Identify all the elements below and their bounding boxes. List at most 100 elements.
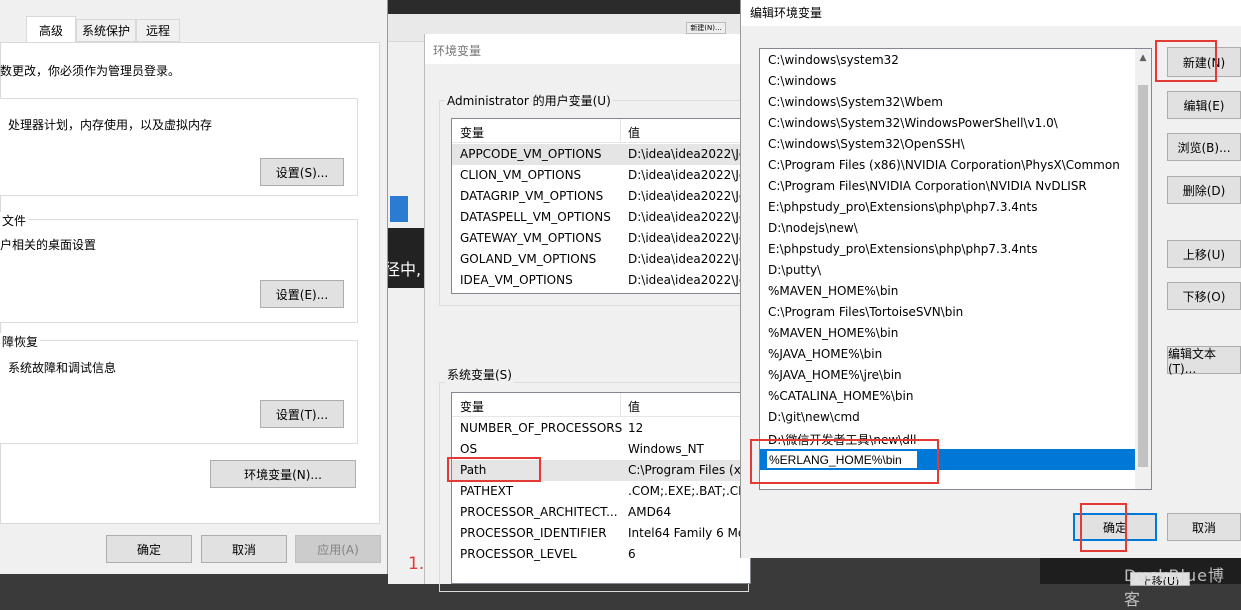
list-item[interactable]: GOLAND_VM_OPTIONS D:\idea\idea2022\Je xyxy=(452,249,750,270)
var-value: D:\idea\idea2022\Je xyxy=(628,210,747,224)
var-name: PROCESSOR_IDENTIFIER xyxy=(460,526,607,540)
edit-text-button[interactable]: 编辑文本(T)... xyxy=(1167,346,1241,376)
list-item[interactable]: C:\windows\system32 xyxy=(760,50,1136,71)
startup-recovery-title-text: 障恢复 xyxy=(2,335,39,349)
list-item[interactable]: C:\windows\System32\Wbem xyxy=(760,92,1136,113)
list-item[interactable]: IDEA_VM_OPTIONS D:\idea\idea2022\Je xyxy=(452,270,750,291)
tab-advanced[interactable]: 高级 xyxy=(26,16,76,43)
sysprops-ok-button[interactable]: 确定 xyxy=(106,535,192,563)
path-list-scrollbar[interactable]: ▲ xyxy=(1135,49,1151,489)
background-taskbar-strip xyxy=(380,0,740,14)
list-item[interactable]: DATASPELL_VM_OPTIONS D:\idea\idea2022\Je xyxy=(452,207,750,228)
user-vars-header: 变量 值 xyxy=(452,119,750,143)
list-item[interactable]: D:\nodejs\new\ xyxy=(760,218,1136,239)
sysprops-apply-button[interactable]: 应用(A) xyxy=(295,535,381,563)
list-item[interactable]: %CATALINA_HOME%\bin xyxy=(760,386,1136,407)
var-value: 12 xyxy=(628,421,644,435)
startup-recovery-settings-button[interactable]: 设置(T)... xyxy=(260,400,344,428)
list-item[interactable]: %JAVA_HOME%\bin xyxy=(760,344,1136,365)
list-item[interactable]: PROCESSOR_ARCHITECT... AMD64 xyxy=(452,502,750,523)
watermark-text: DuckBlue博客 xyxy=(1124,566,1225,609)
edit-button[interactable]: 编辑(E) xyxy=(1167,91,1241,119)
var-value: D:\idea\idea2022\Je xyxy=(628,252,747,266)
startup-recovery-desc-text: 系统故障和调试信息 xyxy=(8,361,117,375)
move-down-button[interactable]: 下移(O) xyxy=(1167,282,1241,310)
user-profile-desc-text: 户相关的桌面设置 xyxy=(0,238,97,252)
new-button-highlight-box xyxy=(1155,40,1217,82)
list-item[interactable]: C:\Program Files\NVIDIA Corporation\NVID… xyxy=(760,176,1136,197)
environment-variables-label: 环境变量(N)... xyxy=(244,467,322,482)
admin-note: 数更改，你必须作为管理员登录。 xyxy=(0,62,180,79)
edit-window-title: 编辑环境变量 xyxy=(750,6,823,20)
var-name: PROCESSOR_ARCHITECT... xyxy=(460,505,618,519)
var-value: D:\idea\idea2022\Je xyxy=(628,273,747,287)
list-item[interactable]: C:\windows\System32\WindowsPowerShell\v1… xyxy=(760,113,1136,134)
startup-recovery-group xyxy=(0,340,358,444)
list-item[interactable]: C:\windows xyxy=(760,71,1136,92)
ok-button-highlight-box xyxy=(1080,503,1127,552)
path-text: D:\nodejs\new\ xyxy=(768,221,858,235)
move-up-button[interactable]: 上移(U) xyxy=(1167,240,1241,268)
list-item[interactable]: %MAVEN_HOME%\bin xyxy=(760,323,1136,344)
background-blue-thumb xyxy=(390,196,408,222)
path-text: C:\windows\System32\OpenSSH\ xyxy=(768,137,965,151)
background-small-button-label: 新建(N)... xyxy=(690,24,722,32)
var-name: PROCESSOR_LEVEL xyxy=(460,547,577,561)
tab-system-protection[interactable]: 系统保护 xyxy=(76,19,136,42)
delete-button-label: 删除(D) xyxy=(1182,183,1226,198)
performance-settings-button[interactable]: 设置(S)... xyxy=(260,158,344,186)
background-marker: 1. xyxy=(408,554,424,574)
sys-vars-header: 变量 值 xyxy=(452,393,750,417)
path-text: C:\windows xyxy=(768,74,837,88)
edit-cancel-label: 取消 xyxy=(1191,520,1216,535)
list-item[interactable]: PROCESSOR_LEVEL 6 xyxy=(452,544,750,565)
browse-button[interactable]: 浏览(B)... xyxy=(1167,133,1241,161)
user-profile-settings-button[interactable]: 设置(E)... xyxy=(260,280,344,308)
list-item[interactable]: NUMBER_OF_PROCESSORS 12 xyxy=(452,418,750,439)
performance-desc: 处理器计划，内存使用，以及虚拟内存 xyxy=(8,116,212,133)
list-item[interactable]: %JAVA_HOME%\jre\bin xyxy=(760,365,1136,386)
list-item[interactable]: C:\Program Files (x86)\NVIDIA Corporatio… xyxy=(760,155,1136,176)
user-vars-col-val: 值 xyxy=(628,126,641,140)
scrollbar-thumb[interactable] xyxy=(1138,85,1148,467)
startup-recovery-title: 障恢复 xyxy=(0,333,41,350)
tab-advanced-label: 高级 xyxy=(38,23,63,38)
list-item[interactable]: GATEWAY_VM_OPTIONS D:\idea\idea2022\Je xyxy=(452,228,750,249)
var-value: Windows_NT xyxy=(628,442,704,456)
list-item[interactable]: CLION_VM_OPTIONS D:\idea\idea2022\Je xyxy=(452,165,750,186)
path-highlight-box xyxy=(447,457,541,482)
list-item[interactable]: E:\phpstudy_pro\Extensions\php\php7.3.4n… xyxy=(760,239,1136,260)
edit-window-titlebar: 编辑环境变量 xyxy=(741,0,1241,26)
environment-variables-window: 环境变量 Administrator 的用户变量(U) 变量 值 APPCODE… xyxy=(424,34,751,592)
scroll-up-arrow-icon[interactable]: ▲ xyxy=(1135,49,1151,66)
tab-remote[interactable]: 远程 xyxy=(136,19,180,42)
path-text: %JAVA_HOME%\bin xyxy=(768,347,883,361)
move-up-button-label: 上移(U) xyxy=(1182,247,1226,262)
path-text: C:\windows\System32\WindowsPowerShell\v1… xyxy=(768,116,1058,130)
list-item[interactable]: C:\windows\System32\OpenSSH\ xyxy=(760,134,1136,155)
environment-variables-button[interactable]: 环境变量(N)... xyxy=(210,460,356,488)
list-item[interactable]: DATAGRIP_VM_OPTIONS D:\idea\idea2022\Je xyxy=(452,186,750,207)
list-item[interactable]: APPCODE_VM_OPTIONS D:\idea\idea2022\Je xyxy=(452,144,750,165)
user-vars-title: Administrator 的用户变量(U) xyxy=(445,92,613,109)
list-item[interactable]: C:\Program Files\TortoiseSVN\bin xyxy=(760,302,1136,323)
tab-system-protection-label: 系统保护 xyxy=(81,24,130,38)
edit-text-button-label: 编辑文本(T)... xyxy=(1168,346,1217,376)
sys-vars-col-var: 变量 xyxy=(460,400,485,414)
list-item[interactable]: PROCESSOR_IDENTIFIER Intel64 Family 6 Mo xyxy=(452,523,750,544)
list-item[interactable]: %MAVEN_HOME%\bin xyxy=(760,281,1136,302)
user-vars-col-var: 变量 xyxy=(460,126,485,140)
sysprops-cancel-label: 取消 xyxy=(231,542,256,557)
list-item[interactable]: E:\phpstudy_pro\Extensions\php\php7.3.4n… xyxy=(760,197,1136,218)
path-text: E:\phpstudy_pro\Extensions\php\php7.3.4n… xyxy=(768,242,1038,256)
delete-button[interactable]: 删除(D) xyxy=(1167,176,1241,204)
list-item[interactable]: D:\git\new\cmd xyxy=(760,407,1136,428)
sysprops-cancel-button[interactable]: 取消 xyxy=(201,535,287,563)
var-name: NUMBER_OF_PROCESSORS xyxy=(460,421,623,435)
sys-vars-col-val: 值 xyxy=(628,400,641,414)
edit-cancel-button[interactable]: 取消 xyxy=(1167,513,1241,541)
list-item[interactable]: PATHEXT .COM;.EXE;.BAT;.CM xyxy=(452,481,750,502)
var-value: D:\idea\idea2022\Je xyxy=(628,168,747,182)
list-item[interactable]: D:\putty\ xyxy=(760,260,1136,281)
var-name: IDEA_VM_OPTIONS xyxy=(460,273,573,287)
